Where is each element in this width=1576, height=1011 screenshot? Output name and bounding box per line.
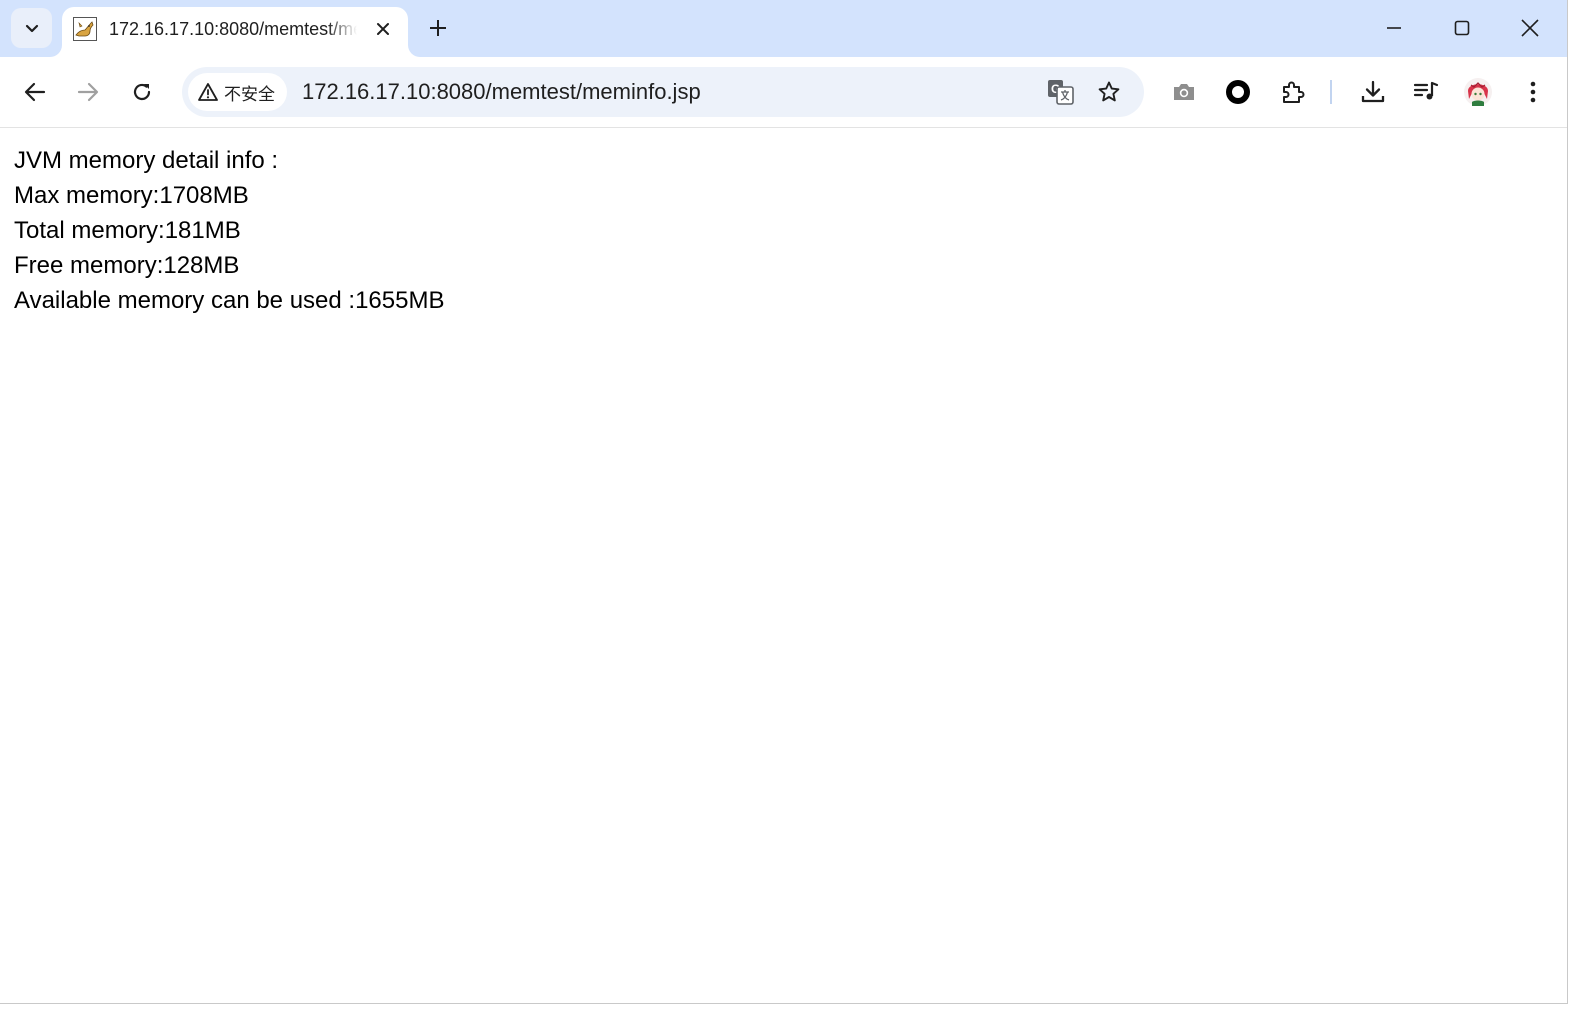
close-icon [1521, 19, 1539, 37]
tab-strip: 172.16.17.10:8080/memtest/meminfo.jsp [0, 0, 1567, 57]
browser-window: 172.16.17.10:8080/memtest/meminfo.jsp [0, 0, 1568, 1004]
tab-search-button[interactable] [11, 8, 52, 48]
minimize-icon [1387, 27, 1401, 29]
security-label: 不安全 [224, 84, 275, 105]
media-control-icon [1413, 81, 1439, 100]
extensions-button[interactable] [1273, 72, 1313, 112]
chevron-down-icon [25, 24, 38, 33]
window-close-button[interactable] [1507, 6, 1553, 50]
more-menu-icon [1530, 81, 1536, 103]
max-memory-line: Max memory:1708MB [14, 182, 249, 209]
record-icon [1226, 80, 1250, 104]
more-menu-button[interactable] [1513, 72, 1553, 112]
forward-button[interactable] [68, 72, 108, 112]
translate-icon: G [1048, 80, 1074, 105]
maximize-icon [1454, 20, 1470, 36]
maximize-button[interactable] [1439, 6, 1485, 50]
reload-button[interactable] [122, 72, 162, 112]
record-extension-button[interactable] [1218, 72, 1258, 112]
tab-title: 172.16.17.10:8080/memtest/meminfo.jsp [109, 19, 357, 39]
url-text[interactable]: 172.16.17.10:8080/memtest/meminfo.jsp [302, 79, 701, 105]
download-icon [1361, 80, 1385, 103]
reload-icon [133, 83, 151, 101]
tab-close-button[interactable] [371, 17, 395, 41]
active-tab[interactable]: 172.16.17.10:8080/memtest/meminfo.jsp [62, 7, 408, 57]
security-indicator[interactable]: 不安全 [188, 73, 287, 111]
bookmark-star-icon [1098, 81, 1120, 102]
screenshot-button[interactable] [1164, 72, 1204, 112]
extensions-icon [1283, 81, 1305, 103]
page-viewport: JVM memory detail info : Max memory:1708… [0, 128, 1567, 1003]
memory-info: JVM memory detail info : Max memory:1708… [14, 143, 444, 318]
forward-icon [77, 82, 99, 102]
free-memory-line: Free memory:128MB [14, 252, 240, 279]
new-tab-button[interactable] [422, 12, 454, 44]
tomcat-favicon-icon [73, 17, 97, 41]
toolbar-separator [1330, 80, 1332, 104]
address-bar[interactable]: 不安全 172.16.17.10:8080/memtest/meminfo.js… [182, 67, 1144, 117]
translate-button[interactable]: G [1045, 76, 1077, 108]
memory-info-heading: JVM memory detail info : [14, 147, 279, 174]
back-button[interactable] [15, 72, 55, 112]
downloads-button[interactable] [1353, 72, 1393, 112]
close-icon [377, 23, 389, 35]
profile-avatar-icon [1464, 78, 1492, 106]
minimize-button[interactable] [1371, 6, 1417, 50]
total-memory-line: Total memory:181MB [14, 217, 241, 244]
media-control-button[interactable] [1406, 72, 1446, 112]
plus-icon [430, 20, 446, 36]
bookmark-button[interactable] [1093, 76, 1125, 108]
browser-toolbar: 不安全 172.16.17.10:8080/memtest/meminfo.js… [0, 57, 1567, 128]
back-icon [24, 82, 46, 102]
available-memory-line: Available memory can be used :1655MB [14, 287, 445, 314]
profile-button[interactable] [1458, 72, 1498, 112]
camera-icon [1174, 84, 1194, 100]
warning-icon [198, 83, 218, 101]
